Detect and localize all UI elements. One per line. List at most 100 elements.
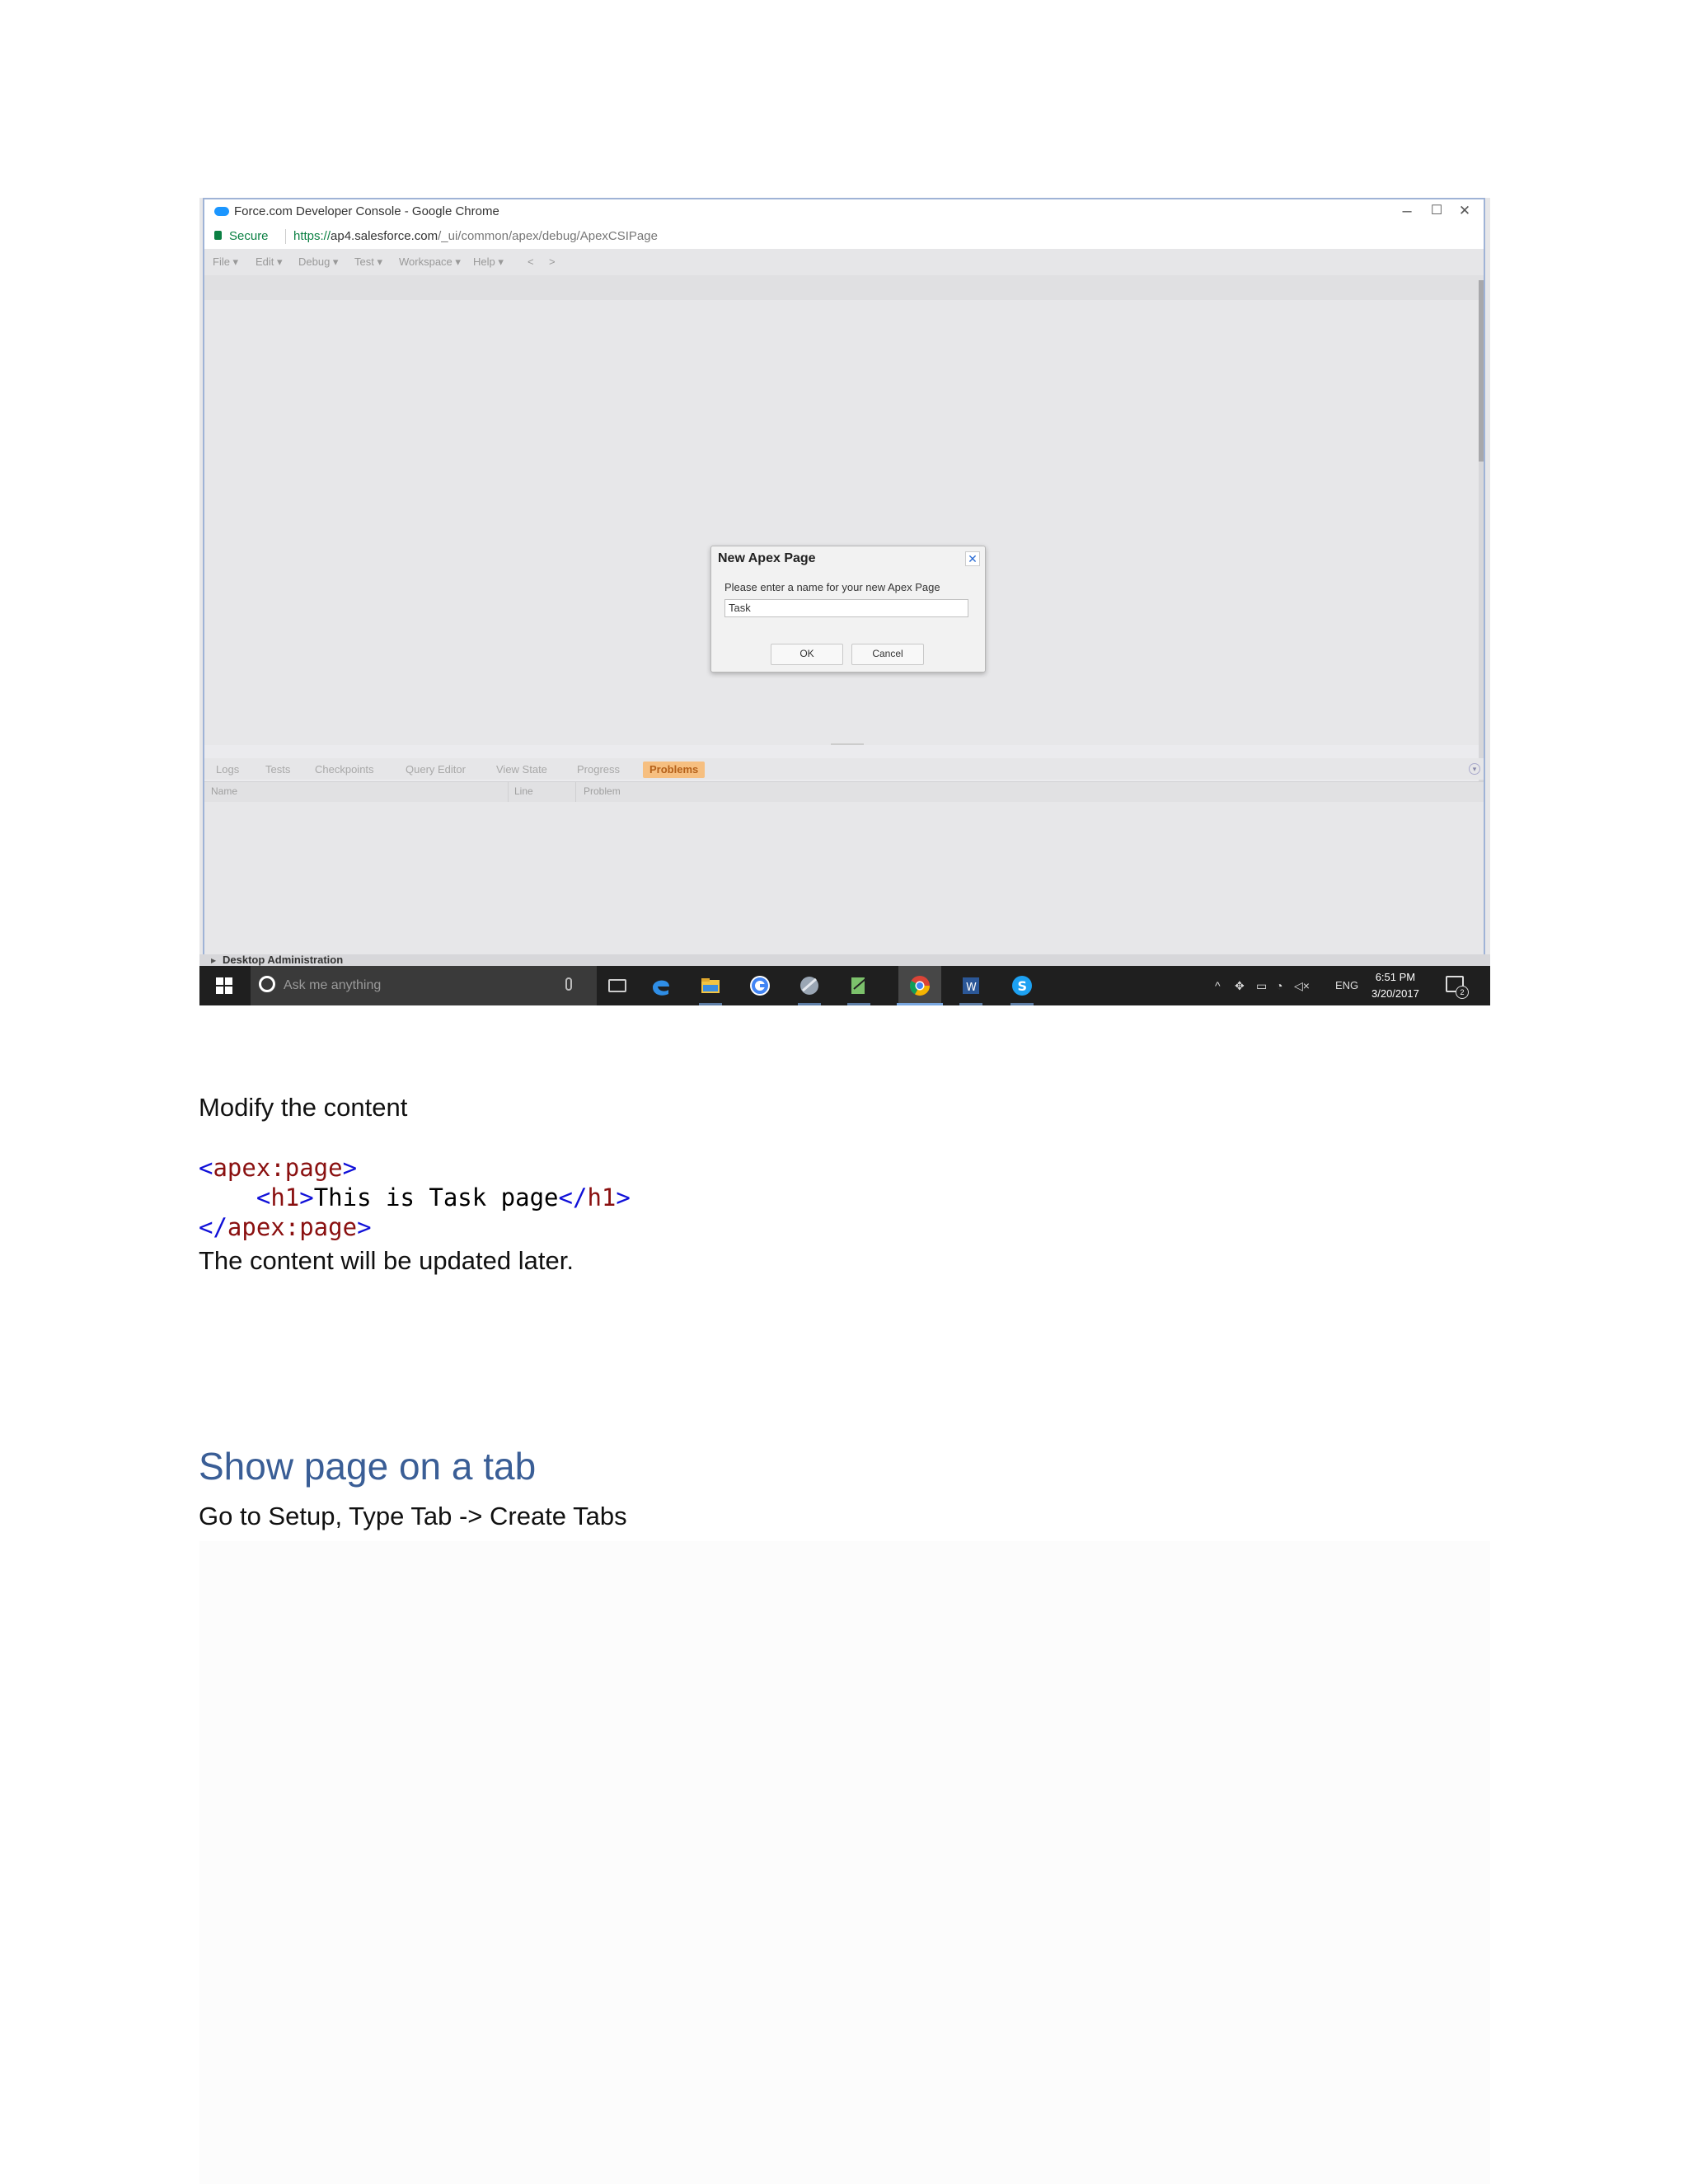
code-tag: apex:page [213, 1154, 343, 1182]
url-path: /_ui/common/apex/debug/ApexCSIPage [438, 229, 658, 243]
menu-help[interactable]: Help ▾ [473, 255, 504, 269]
section-heading: Show page on a tab [199, 1445, 537, 1488]
active-app-indicator [897, 1003, 943, 1005]
word-icon[interactable]: W [959, 974, 982, 997]
minimize-button[interactable]: – [1395, 201, 1419, 221]
app-icon[interactable] [798, 974, 821, 997]
open-app-indicator [798, 1003, 821, 1005]
language-indicator[interactable]: ENG [1335, 966, 1358, 1005]
code-line-3: </apex:page> [199, 1213, 372, 1241]
tray-chevron-icon[interactable]: ^ [1215, 966, 1221, 1005]
maximize-button[interactable]: ☐ [1424, 201, 1449, 221]
code-tag: apex:page [227, 1213, 358, 1241]
tab-progress[interactable]: Progress [570, 762, 626, 778]
problems-grid-body [204, 802, 1484, 960]
collapse-panel-icon[interactable]: ▾ [1469, 763, 1480, 775]
code-bracket: > [616, 1183, 631, 1212]
svg-text:S: S [1018, 978, 1028, 994]
nav-back[interactable]: < [528, 255, 534, 268]
address-bar[interactable]: Secure https://ap4.salesforce.com/_ui/co… [204, 224, 1484, 250]
new-apex-page-dialog: New Apex Page ✕ Please enter a name for … [710, 546, 986, 673]
window-titlebar: Force.com Developer Console - Google Chr… [204, 199, 1484, 224]
notepad-icon[interactable] [847, 974, 870, 997]
volume-muted-icon[interactable]: ◁× [1294, 966, 1310, 1005]
file-explorer-icon[interactable] [699, 974, 722, 997]
secure-label: Secure [229, 229, 269, 243]
tab-problems[interactable]: Problems [643, 762, 706, 778]
menu-workspace[interactable]: Workspace ▾ [399, 255, 461, 269]
cortana-search-box[interactable]: Ask me anything [251, 966, 597, 1005]
column-line[interactable]: Line [514, 785, 533, 797]
chrome-window: Force.com Developer Console - Google Chr… [203, 198, 1485, 963]
nav-forward[interactable]: > [549, 255, 556, 268]
svg-text:W: W [966, 982, 977, 994]
dropbox-icon[interactable]: ✥ [1235, 966, 1245, 1005]
chrome-icon[interactable] [908, 974, 931, 997]
url-host: ap4.salesforce.com [331, 229, 438, 243]
dialog-title: New Apex Page [718, 551, 816, 565]
code-bracket: > [342, 1154, 358, 1182]
paragraph-updated-later: The content will be updated later. [199, 1246, 574, 1275]
salesforce-cloud-icon [214, 207, 229, 216]
menu-edit[interactable]: Edit ▾ [256, 255, 283, 269]
tab-checkpoints[interactable]: Checkpoints [308, 762, 381, 778]
dialog-prompt: Please enter a name for your new Apex Pa… [724, 581, 940, 593]
url-text[interactable]: https://ap4.salesforce.com/_ui/common/ap… [293, 229, 658, 243]
code-bracket: < [199, 1154, 213, 1182]
address-separator [285, 229, 286, 244]
column-name[interactable]: Name [211, 785, 237, 797]
code-tag: h1 [587, 1183, 617, 1212]
desktop-administration-label: Desktop Administration [223, 954, 344, 966]
menu-test[interactable]: Test ▾ [354, 255, 382, 269]
clock-date: 3/20/2017 [1372, 987, 1419, 1000]
code-tag: h1 [270, 1183, 300, 1212]
close-icon[interactable]: ✕ [965, 551, 980, 566]
tab-tests[interactable]: Tests [259, 762, 297, 778]
status-strip [199, 954, 1490, 966]
menu-debug[interactable]: Debug ▾ [298, 255, 338, 269]
ok-button[interactable]: OK [771, 644, 843, 665]
code-bracket: </ [558, 1183, 588, 1212]
edge-icon[interactable] [649, 974, 673, 997]
microphone-icon[interactable] [565, 977, 572, 991]
tab-view-state[interactable]: View State [490, 762, 554, 778]
menu-file[interactable]: File ▾ [213, 255, 238, 269]
column-problem[interactable]: Problem [584, 785, 621, 797]
wifi-icon[interactable]: ◔ [1276, 966, 1282, 1005]
code-bracket: > [299, 1183, 314, 1212]
tab-query-editor[interactable]: Query Editor [399, 762, 472, 778]
task-view-icon[interactable] [608, 979, 626, 992]
cancel-button[interactable]: Cancel [851, 644, 924, 665]
console-menubar: File ▾ Edit ▾ Debug ▾ Test ▾ Workspace ▾… [204, 249, 1484, 275]
editor-area[interactable] [204, 300, 1484, 745]
code-bracket: </ [199, 1213, 227, 1241]
code-line-1: <apex:page> [199, 1154, 357, 1182]
battery-icon[interactable]: ▭ [1256, 966, 1267, 1005]
close-window-button[interactable]: ✕ [1452, 201, 1477, 221]
taskbar-clock[interactable]: 6:51 PM 3/20/2017 [1372, 969, 1419, 1002]
column-separator [575, 782, 576, 802]
lock-icon [214, 231, 222, 240]
code-bracket: > [357, 1213, 372, 1241]
paragraph-setup: Go to Setup, Type Tab -> Create Tabs [199, 1502, 627, 1530]
open-app-indicator [1010, 1003, 1034, 1005]
code-bracket: < [256, 1183, 271, 1212]
code-text: This is Task page [313, 1183, 559, 1212]
windows-start-icon[interactable] [216, 977, 232, 994]
skype-icon[interactable]: S [1010, 974, 1034, 997]
google-icon[interactable] [748, 974, 771, 997]
page-name-input[interactable]: Task [724, 599, 968, 617]
window-title: Force.com Developer Console - Google Chr… [234, 204, 499, 218]
expand-arrow-icon[interactable]: ▶ [211, 957, 216, 964]
tab-logs[interactable]: Logs [209, 762, 246, 778]
open-app-indicator [699, 1003, 722, 1005]
problems-grid-header: Name Line Problem [204, 781, 1484, 803]
panel-splitter[interactable] [831, 743, 864, 753]
scrollbar-thumb[interactable] [1479, 280, 1484, 462]
clock-time: 6:51 PM [1375, 971, 1416, 983]
open-app-indicator [959, 1003, 982, 1005]
search-placeholder: Ask me anything [284, 978, 382, 992]
cortana-icon [259, 976, 275, 992]
bottom-panel-tabs: Logs Tests Checkpoints Query Editor View… [204, 758, 1484, 780]
